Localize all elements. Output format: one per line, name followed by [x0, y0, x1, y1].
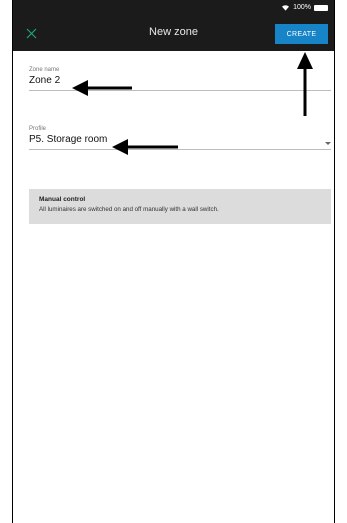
profile-label: Profile	[29, 126, 47, 132]
chevron-down-icon[interactable]	[325, 142, 331, 145]
annotation-arrow-create	[297, 52, 313, 116]
info-title: Manual control	[39, 196, 86, 203]
battery-icon	[314, 4, 328, 11]
app-bar: New zone CREATE	[13, 15, 334, 51]
wifi-icon	[282, 5, 290, 11]
device-frame: 100% New zone CREATE Zone name Zone 2 Pr…	[12, 0, 335, 523]
profile-dropdown[interactable]: Profile P5. Storage room	[29, 126, 331, 150]
close-icon	[26, 28, 36, 38]
create-button[interactable]: CREATE	[275, 24, 328, 44]
profile-info-box: Manual control All luminaires are switch…	[29, 189, 331, 224]
annotation-arrow-zone-name	[72, 80, 132, 96]
profile-underline	[29, 149, 331, 150]
signal-percentage: 100%	[293, 4, 311, 11]
profile-select[interactable]: P5. Storage room	[29, 134, 331, 145]
status-bar: 100%	[13, 0, 334, 15]
zone-name-label: Zone name	[29, 67, 60, 73]
annotation-arrow-profile	[112, 139, 178, 155]
info-text: All luminaires are switched on and off m…	[39, 206, 219, 213]
close-button[interactable]	[21, 23, 41, 43]
